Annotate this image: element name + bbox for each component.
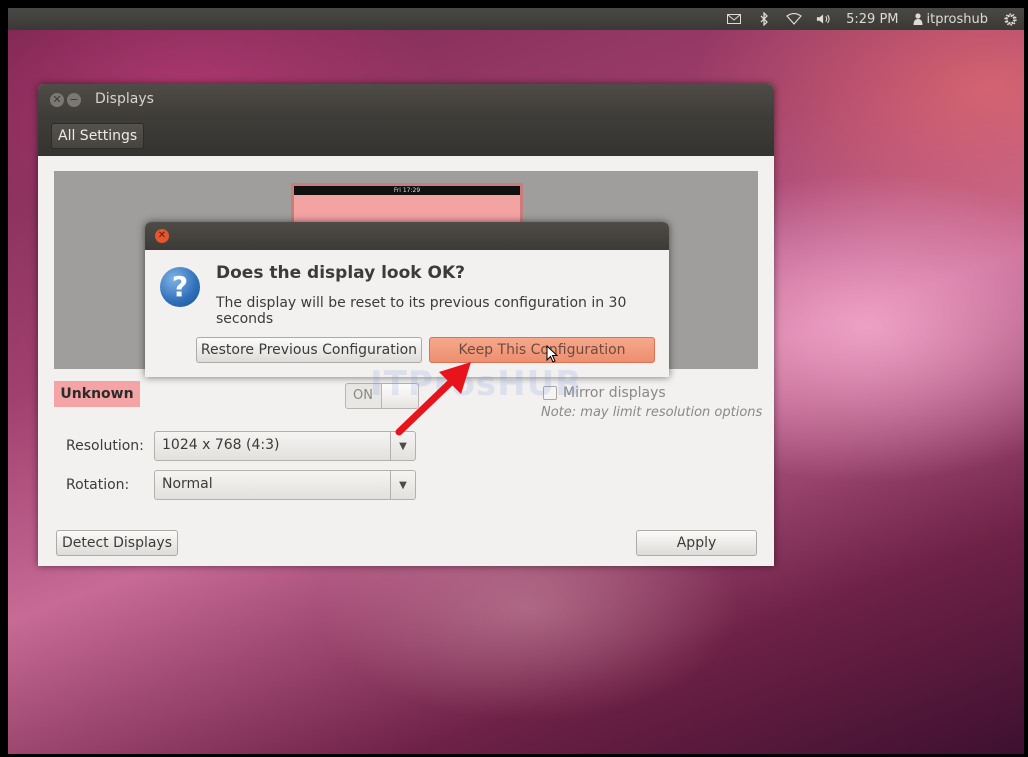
- detect-displays-button[interactable]: Detect Displays: [56, 530, 178, 556]
- window-titlebar[interactable]: ✕ − Displays: [38, 84, 774, 120]
- close-icon[interactable]: ✕: [155, 229, 169, 243]
- dialog-message: The display will be reset to its previou…: [216, 295, 627, 327]
- gear-icon[interactable]: [1002, 12, 1018, 26]
- restore-previous-configuration-button[interactable]: Restore Previous Configuration: [196, 337, 422, 363]
- wifi-icon[interactable]: [786, 12, 803, 26]
- resolution-value: 1024 x 768 (4:3): [162, 437, 280, 453]
- user-name: itproshub: [926, 11, 988, 27]
- mouse-cursor-icon: [546, 345, 558, 363]
- volume-icon[interactable]: [816, 12, 832, 26]
- monitor-preview-panel: Fri 17:29: [294, 186, 520, 195]
- system-tray: 5:29 PM itproshub: [726, 8, 1018, 30]
- minimize-icon[interactable]: −: [67, 93, 81, 107]
- bluetooth-icon[interactable]: [756, 12, 772, 26]
- top-panel: 5:29 PM itproshub: [8, 8, 1024, 30]
- desktop-background: 5:29 PM itproshub ✕ − Displays All Setti…: [8, 8, 1024, 754]
- rotation-value: Normal: [162, 476, 213, 492]
- red-arrow-annotation: [395, 362, 471, 436]
- rotation-select[interactable]: Normal ▼: [154, 470, 416, 500]
- apply-button[interactable]: Apply: [636, 530, 757, 556]
- rotation-label: Rotation:: [66, 477, 130, 493]
- window-toolbar: All Settings: [38, 120, 774, 156]
- display-name-label: Unknown: [54, 381, 140, 407]
- chevron-down-icon: ▼: [390, 471, 415, 499]
- mail-icon[interactable]: [726, 12, 742, 26]
- all-settings-button[interactable]: All Settings: [51, 123, 145, 149]
- close-icon[interactable]: ✕: [50, 93, 64, 107]
- dialog-heading: Does the display look OK?: [216, 263, 465, 283]
- confirm-display-dialog: ✕ ? Does the display look OK? The displa…: [145, 222, 669, 377]
- clock[interactable]: 5:29 PM: [846, 12, 898, 27]
- monitor-preview[interactable]: Fri 17:29: [291, 183, 523, 226]
- resolution-select[interactable]: 1024 x 768 (4:3) ▼: [154, 431, 416, 461]
- window-title: Displays: [95, 91, 154, 107]
- user-icon: [913, 13, 923, 25]
- user-menu[interactable]: itproshub: [913, 12, 988, 27]
- dialog-titlebar[interactable]: ✕: [145, 222, 669, 250]
- question-icon: ?: [160, 267, 200, 307]
- mirror-note: Note: may limit resolution options: [541, 405, 763, 420]
- resolution-label: Resolution:: [66, 438, 144, 454]
